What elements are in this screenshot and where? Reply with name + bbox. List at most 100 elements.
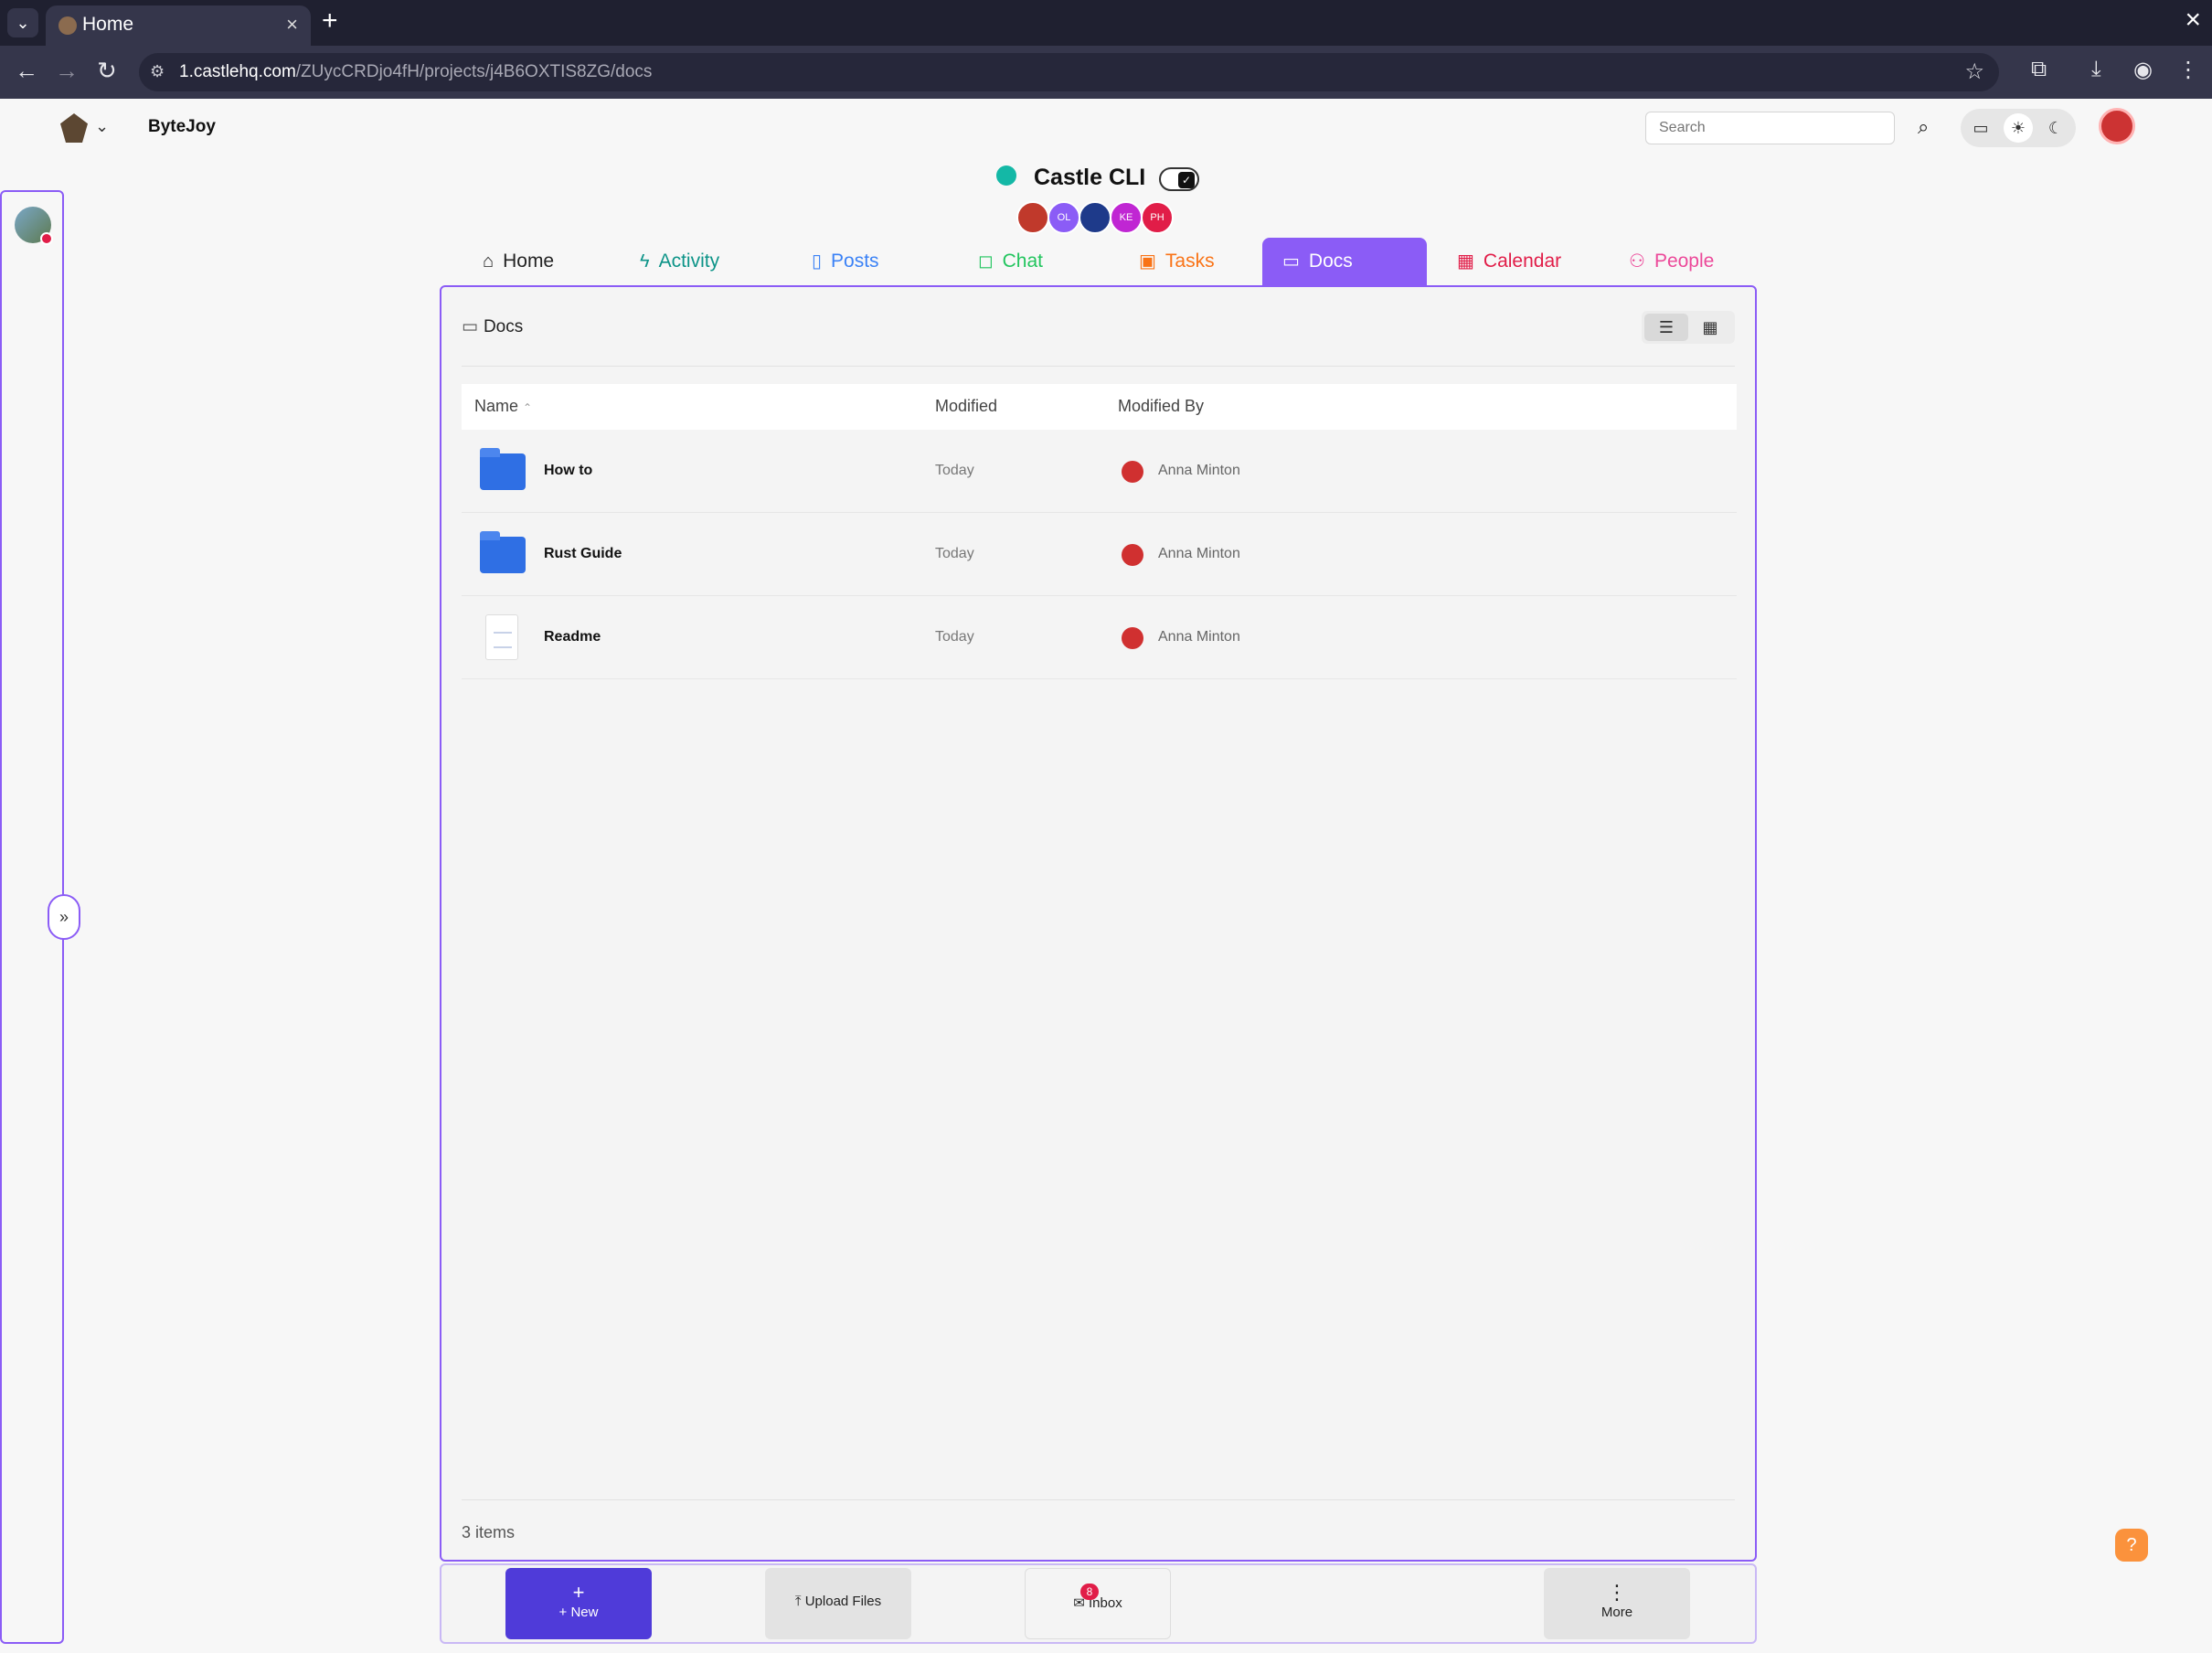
browser-tab-title: Home	[82, 14, 134, 35]
monitor-icon[interactable]: ▭	[1966, 113, 1995, 143]
document-icon	[485, 614, 518, 660]
home-icon: ⌂	[483, 251, 495, 272]
tab-label: Docs	[1308, 251, 1353, 272]
tab-posts[interactable]: ▯ Posts	[792, 238, 899, 285]
more-button-label: More	[1601, 1605, 1633, 1620]
browser-tabbar: ⌄ Home × + ×	[0, 0, 2212, 46]
back-arrow-icon[interactable]: ←	[15, 57, 38, 85]
tab-label: Activity	[658, 251, 720, 272]
tab-list-chevron-icon[interactable]: ⌄	[7, 8, 38, 37]
forward-arrow-icon[interactable]: →	[55, 57, 79, 85]
address-bar[interactable]: ⚙ 1.castlehq.com/ZUycCRDjo4fH/projects/j…	[139, 53, 1999, 91]
folder-icon: ▭	[462, 317, 478, 336]
tab-home[interactable]: ⌂ Home	[463, 238, 574, 285]
row-modified: Today	[935, 546, 974, 561]
site-settings-icon[interactable]: ⚙	[150, 62, 165, 81]
theme-switcher: ▭ ☀ ☾	[1961, 109, 2076, 147]
row-modified-by: Anna Minton	[1158, 546, 1240, 561]
download-icon[interactable]: ⤓	[2091, 57, 2101, 82]
member-avatar[interactable]: PH	[1141, 201, 1174, 234]
column-header-modified-by[interactable]: Modified By	[1118, 397, 1204, 416]
window-close-icon[interactable]: ×	[2185, 5, 2201, 36]
tab-people[interactable]: ⚇ People	[1609, 238, 1734, 285]
breadcrumb-label: Docs	[483, 317, 524, 336]
sort-ascending-icon: ⌃	[523, 401, 533, 414]
column-header-name[interactable]: Name ⌃	[474, 397, 532, 416]
user-avatar[interactable]	[2099, 108, 2135, 144]
browser-tab[interactable]: Home ×	[46, 5, 311, 46]
new-tab-icon[interactable]: +	[322, 5, 338, 37]
tab-label: Calendar	[1483, 251, 1562, 272]
extensions-icon[interactable]: ⧉	[2031, 57, 2047, 82]
avatar	[1122, 544, 1143, 566]
moon-icon[interactable]: ☾	[2041, 113, 2070, 143]
table-row[interactable]: Rust Guide Today Anna Minton	[462, 513, 1737, 596]
clipboard-icon: ▣	[1139, 251, 1156, 272]
row-name[interactable]: Rust Guide	[544, 546, 622, 562]
help-button[interactable]: ?	[2115, 1529, 2148, 1562]
grid-view-icon[interactable]: ▦	[1688, 314, 1732, 341]
inbox-button[interactable]: 8 ✉ Inbox	[1025, 1568, 1171, 1639]
upload-icon: ⤒	[794, 1594, 802, 1609]
table-row[interactable]: How to Today Anna Minton	[462, 430, 1737, 513]
table-row[interactable]: Readme Today Anna Minton	[462, 596, 1737, 679]
document-icon: ▯	[812, 251, 823, 272]
row-modified: Today	[935, 463, 974, 478]
url-host: 1.castlehq.com	[179, 62, 296, 81]
upload-button-label: Upload Files	[804, 1594, 882, 1609]
org-logo[interactable]	[60, 113, 88, 143]
upload-files-button[interactable]: ⤒ Upload Files	[765, 1568, 911, 1639]
org-switch-chevron-icon[interactable]: ⌄	[95, 117, 109, 136]
tab-calendar[interactable]: ▦ Calendar	[1437, 238, 1581, 285]
chat-icon: ◻	[978, 251, 994, 272]
list-view-icon[interactable]: ☰	[1644, 314, 1688, 341]
favicon-icon	[58, 16, 77, 35]
row-name[interactable]: How to	[544, 463, 592, 479]
row-modified-by: Anna Minton	[1158, 629, 1240, 645]
project-title: Castle CLI	[1034, 165, 1146, 190]
tab-activity[interactable]: ϟ Activity	[620, 238, 739, 285]
member-avatar[interactable]: KE	[1110, 201, 1143, 234]
calendar-icon: ▦	[1457, 251, 1474, 272]
divider	[462, 366, 1735, 367]
member-avatar[interactable]: OL	[1048, 201, 1080, 234]
bookmark-star-icon[interactable]: ☆	[1964, 59, 1984, 85]
row-name[interactable]: Readme	[544, 629, 601, 645]
browser-toolbar: ← → ↻ ⚙ 1.castlehq.com/ZUycCRDjo4fH/proj…	[0, 46, 2212, 99]
profile-icon[interactable]: ◉	[2133, 57, 2153, 83]
folder-icon	[480, 531, 526, 573]
url-path: /ZUycCRDjo4fH/projects/j4B6OXTIS8ZG/docs	[295, 62, 653, 81]
more-button[interactable]: ⋮ More	[1544, 1568, 1690, 1639]
avatar	[1122, 461, 1143, 483]
folder-icon: ▭	[1282, 251, 1300, 272]
tab-chat[interactable]: ◻ Chat	[958, 238, 1063, 285]
tab-label: Tasks	[1164, 251, 1215, 272]
member-avatar[interactable]	[1079, 201, 1111, 234]
close-tab-icon[interactable]: ×	[286, 13, 298, 37]
tab-docs[interactable]: ▭ Docs	[1262, 238, 1427, 285]
expand-sidebar-icon[interactable]: »	[48, 894, 80, 940]
browser-menu-icon[interactable]: ⋮	[2177, 57, 2199, 83]
project-toggle[interactable]: ✓	[1159, 167, 1199, 191]
divider	[462, 1499, 1735, 1500]
avatar	[1122, 627, 1143, 649]
tab-tasks[interactable]: ▣ Tasks	[1119, 238, 1235, 285]
project-status-dot	[996, 165, 1016, 186]
project-tabs: ⌂ Home ϟ Activity ▯ Posts ◻ Chat ▣ Tasks ▭ Doc…	[463, 238, 1742, 285]
search-input[interactable]	[1645, 112, 1895, 144]
column-label: Name	[474, 397, 519, 415]
tab-label: Home	[503, 251, 555, 272]
column-header-modified[interactable]: Modified	[935, 397, 997, 416]
plus-icon: +	[572, 1581, 585, 1604]
new-button-label: + New	[558, 1605, 599, 1620]
new-button[interactable]: + + New	[505, 1568, 652, 1639]
breadcrumb[interactable]: ▭ Docs	[462, 316, 523, 337]
org-name: ByteJoy	[148, 117, 216, 136]
sun-icon[interactable]: ☀	[2004, 113, 2033, 143]
people-icon: ⚇	[1629, 251, 1645, 272]
search-icon[interactable]: ⌕	[1918, 115, 1929, 139]
table-header: Name ⌃ Modified Modified By	[462, 384, 1737, 430]
reload-icon[interactable]: ↻	[97, 57, 117, 85]
member-avatar[interactable]	[1016, 201, 1049, 234]
item-count: 3 items	[462, 1523, 516, 1541]
